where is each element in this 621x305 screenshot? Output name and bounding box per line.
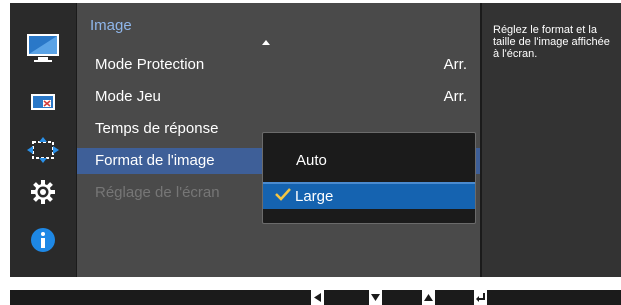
help-text: Réglez le format et la taille de l'image… xyxy=(493,24,610,60)
settings-gear-icon xyxy=(31,180,55,204)
left-arrow-icon xyxy=(314,293,321,302)
menu-item-mode-jeu[interactable]: Mode Jeu Arr. xyxy=(77,84,480,110)
down-arrow-icon xyxy=(371,294,380,301)
menu-item-value: Arr. xyxy=(443,56,467,73)
menu-item-label: Réglage de l'écran xyxy=(95,184,220,201)
picture-in-picture-icon xyxy=(31,94,55,110)
menu-item-label: Format de l'image xyxy=(95,152,215,169)
option-label: Large xyxy=(295,188,334,205)
option-large[interactable]: Large xyxy=(263,182,475,209)
menu-item-mode-protection[interactable]: Mode Protection Arr. xyxy=(77,52,480,78)
up-arrow-icon xyxy=(424,294,433,301)
up-button[interactable] xyxy=(422,290,435,305)
option-label: Auto xyxy=(296,152,327,169)
down-button[interactable] xyxy=(369,290,382,305)
sidebar-item-system[interactable] xyxy=(10,177,76,207)
enter-button[interactable] xyxy=(474,290,487,305)
checkmark-icon xyxy=(275,188,291,201)
enter-icon xyxy=(476,293,485,302)
category-sidebar xyxy=(10,3,76,277)
menu-item-value: Arr. xyxy=(443,88,467,105)
sidebar-item-information[interactable] xyxy=(10,225,76,255)
menu-title: Image xyxy=(90,17,132,34)
sidebar-item-pip[interactable] xyxy=(10,90,76,114)
menu-item-label: Mode Jeu xyxy=(95,88,161,105)
sidebar-item-display[interactable] xyxy=(10,135,76,165)
resize-arrows-icon xyxy=(27,137,59,163)
bottom-button-bar xyxy=(10,290,621,305)
help-panel: Réglez le format et la taille de l'image… xyxy=(482,3,621,277)
scroll-up-arrow-icon[interactable] xyxy=(262,40,270,45)
menu-item-label: Temps de réponse xyxy=(95,120,219,137)
format-options-popup: Auto Large xyxy=(262,132,476,224)
sidebar-item-picture[interactable] xyxy=(10,29,76,67)
left-button[interactable] xyxy=(311,290,324,305)
menu-item-label: Mode Protection xyxy=(95,56,205,73)
option-auto[interactable]: Auto xyxy=(263,151,475,171)
monitor-icon xyxy=(27,34,59,62)
info-icon xyxy=(31,228,55,252)
